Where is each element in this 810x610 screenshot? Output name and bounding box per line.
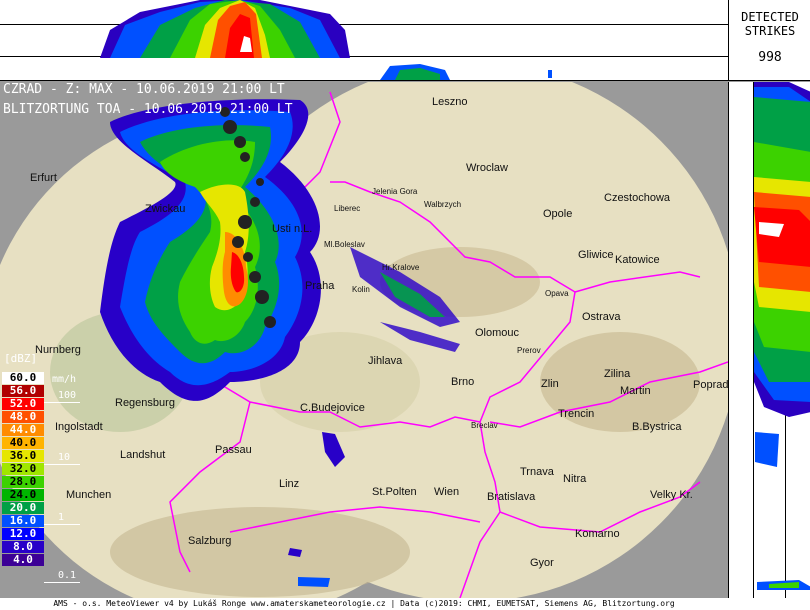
city-label: Ml.Boleslav [324,240,365,249]
city-label: Jihlava [368,355,403,367]
city-label: Linz [279,478,300,490]
city-label: Zlin [541,378,559,390]
strikes-count: 998 [758,50,782,65]
legend-rate-line [44,524,80,525]
city-label: Opole [543,208,573,220]
city-label: Trencin [558,408,595,420]
city-label: Usti n.L. [272,223,313,235]
legend-rate-label: 0.1 [58,570,77,581]
city-label: Walbrzych [424,200,462,209]
radar-viewer: DETECTED STRIKES 998 CZRAD - Z: MAX - 10… [0,0,810,610]
legend-row: 60.0 [2,372,44,384]
footer-credits: AMS - o.s. MeteoViewer v4 by Lukáš Ronge… [53,599,675,608]
legend-row: 4.0 [2,554,44,566]
city-label: Wien [434,486,460,498]
city-label: Landshut [120,449,166,461]
strikes-counter-panel: DETECTED STRIKES 998 [728,0,810,81]
legend-rate-label: 10 [58,452,71,463]
right-profile-strip [728,82,810,610]
city-label: Ostrava [582,311,621,323]
legend-rate-unit: mm/h [52,374,77,385]
map-graphic [0,82,728,598]
city-label: Trnava [520,466,554,478]
city-label: Poprad [693,379,729,391]
city-label: Komarno [575,528,620,540]
lightning-title: BLITZORTUNG TOA - 10.06.2019 21:00 LT [3,102,293,117]
legend-rate-line [44,582,80,583]
strikes-label: DETECTED STRIKES [741,10,799,38]
legend-row: 8.0 [2,541,44,553]
legend-row: 24.0 [2,489,44,501]
city-label: Katowice [615,254,660,266]
city-label: Czestochowa [604,192,671,204]
city-label: Martin [620,385,651,397]
city-label: Zwickau [145,203,186,215]
legend-row: 28.0 [2,476,44,488]
city-label: St.Polten [372,486,417,498]
city-label: Prerov [517,346,541,355]
city-label: Passau [215,444,252,456]
city-label: Jelenia Gora [372,187,418,196]
legend-rate-line [44,464,80,465]
legend-row: 44.0 [2,424,44,436]
city-label: B.Bystrica [632,421,682,433]
city-label: Zilina [604,368,631,380]
city-label: Nitra [563,473,587,485]
city-label: Gliwice [578,249,614,261]
city-label: Gyor [530,557,554,569]
legend-row: 32.0 [2,463,44,475]
city-label: Velky Kr. [650,489,693,501]
city-label: Brno [451,376,475,388]
city-label: Leszno [432,96,468,108]
legend-row: 52.0 [2,398,44,410]
legend-row: 48.0 [2,411,44,423]
legend-rate-line [44,402,80,403]
top-profile-graphic [100,0,552,80]
city-label: Wroclaw [466,162,508,174]
city-label: Kolin [352,285,370,294]
legend-row: 36.0 [2,450,44,462]
city-label: Hr.Kralove [382,263,420,272]
legend-rate-label: 1 [58,512,65,523]
city-label: C.Budejovice [300,402,365,414]
city-label: Praha [305,280,335,292]
city-label: Salzburg [188,535,232,547]
legend-unit-label: [dBZ] [4,352,38,365]
city-label: Breclav [471,421,498,430]
city-label: Olomouc [475,327,520,339]
legend-rate-label: 100 [58,390,77,401]
top-profile-strip [0,0,728,81]
footer-bar: AMS - o.s. MeteoViewer v4 by Lukáš Ronge… [0,598,810,610]
dbz-legend: [dBZ] mm/h 60.0 56.0 52.0 48.0 44.0 40.0 36.0 3… [0,352,84,597]
radar-map[interactable] [0,82,728,598]
legend-row: 16.0 [2,515,44,527]
radar-title: CZRAD - Z: MAX - 10.06.2019 21:00 LT [3,82,285,97]
right-profile-graphic [754,82,810,590]
city-label: Erfurt [30,172,57,184]
legend-row: 40.0 [2,437,44,449]
city-label: Liberec [334,204,361,213]
legend-row: 20.0 [2,502,44,514]
legend-row: 56.0 [2,385,44,397]
legend-row: 12.0 [2,528,44,540]
city-label: Opava [545,289,569,298]
city-label: Bratislava [487,491,536,503]
city-label: Regensburg [115,397,175,409]
